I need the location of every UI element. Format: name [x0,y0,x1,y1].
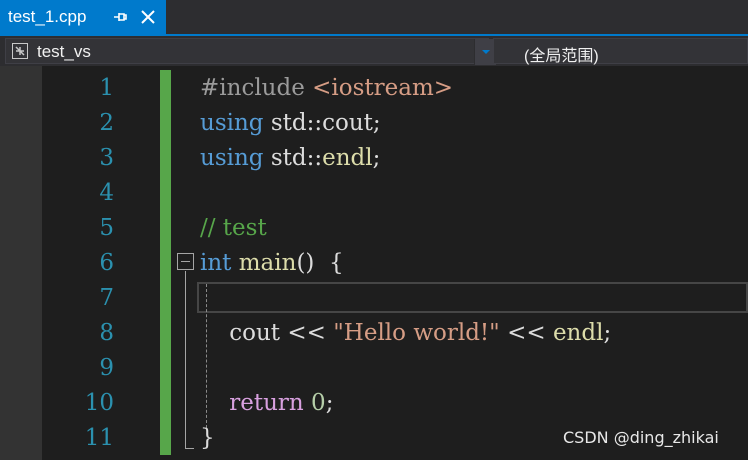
code-line: #include <iostream> [200,71,453,106]
fold-region-line [185,271,186,449]
code-line: return 0; [200,386,333,421]
code-token: using [200,145,264,171]
code-line: int main() { [200,246,344,281]
code-token: 0 [311,390,326,416]
code-token: std::cout; [263,110,381,136]
line-number: 5 [99,215,114,241]
code-token: <iostream> [312,75,454,101]
line-number: 2 [99,110,114,136]
code-token: endl [552,320,604,346]
project-label: test_vs [37,42,91,61]
code-line: using std::endl; [200,141,380,176]
code-token: () { [296,250,344,276]
project-dropdown[interactable]: test_vs [5,38,496,65]
collapse-toggle-icon[interactable] [177,253,194,270]
line-number: 8 [99,320,114,346]
document-tab-strip: test_1.cpp [0,0,748,34]
code-token: } [200,425,215,451]
line-number: 9 [99,355,114,381]
code-token: cout << [200,320,334,346]
code-token: ; [325,390,334,416]
line-number: 11 [84,425,114,451]
code-line: using std::cout; [200,106,381,141]
change-tracking-bar [160,70,171,455]
code-line: } [200,421,215,456]
close-icon[interactable] [139,8,157,26]
fold-region-end [185,448,194,449]
code-editor[interactable]: 1 2 3 4 5 6 7 8 9 10 11 #include <iostream> using s… [0,66,748,460]
tab-label: test_1.cpp [8,7,87,26]
tab-test-1-cpp[interactable]: test_1.cpp [0,0,166,34]
glyph-margin[interactable] [0,66,42,460]
code-line: // test [200,211,267,246]
code-token: // test [200,215,267,241]
code-token: #include [200,75,313,101]
code-line: cout << "Hello world!" << endl; [200,316,611,351]
line-number: 6 [99,250,114,276]
code-token: ; [372,145,381,171]
navigation-bar: test_vs (全局范围) [0,36,748,66]
code-token: std:: [263,145,323,171]
line-number-gutter: 1 2 3 4 5 6 7 8 9 10 11 [42,66,158,460]
line-number: 7 [99,285,114,311]
code-token: return [229,390,304,416]
watermark: CSDN @ding_zhikai [563,428,719,447]
line-number: 4 [99,180,114,206]
code-token: main [238,250,297,276]
pin-icon[interactable] [112,9,128,25]
line-number: 1 [99,75,114,101]
project-icon [12,43,28,59]
code-token: int [200,250,232,276]
line-number: 3 [99,145,114,171]
code-token: endl [322,145,373,171]
line-number: 10 [84,390,114,416]
scope-label: (全局范围) [524,48,599,65]
code-token: using [200,110,264,136]
code-token: << [499,320,553,346]
scope-dropdown[interactable]: (全局范围) [493,38,748,65]
code-token: ; [603,320,612,346]
code-token: "Hello world!" [333,320,500,346]
current-line-highlight [197,282,748,313]
